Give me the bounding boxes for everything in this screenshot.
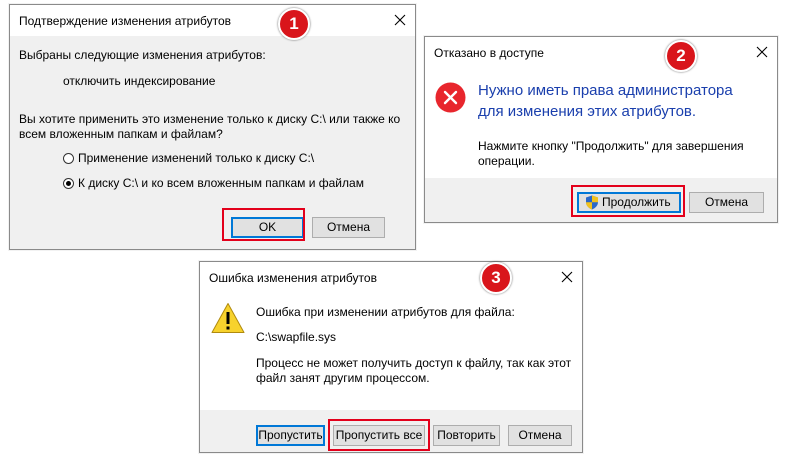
question-line-1: Вы хотите применить это изменение только… (19, 112, 401, 126)
attribute-confirm-dialog: Подтверждение изменения атрибутов Выбран… (9, 4, 416, 250)
step-badge-2: 2 (665, 40, 697, 72)
warning-icon (211, 302, 245, 337)
cancel-button[interactable]: Отмена (508, 425, 572, 446)
intro-text: Выбраны следующие изменения атрибутов: (19, 48, 266, 62)
continue-button[interactable]: Продолжить (577, 192, 681, 213)
cancel-button[interactable]: Отмена (689, 192, 764, 213)
dialog-titlebar[interactable]: Ошибка изменения атрибутов (200, 262, 582, 293)
error-icon (435, 82, 466, 116)
dialog-titlebar[interactable]: Отказано в доступе (425, 37, 777, 68)
file-path: C:\swapfile.sys (256, 330, 337, 344)
radio-drive-and-subfolders[interactable] (63, 178, 74, 189)
info-line-2: операции. (478, 154, 535, 168)
heading-line-2: для изменения этих атрибутов. (478, 103, 697, 120)
cancel-button[interactable]: Отмена (312, 217, 385, 238)
step-badge-3: 3 (480, 262, 512, 294)
radio-drive-and-subfolders-label[interactable]: К диску C:\ и ко всем вложенным папкам и… (78, 176, 364, 190)
heading-line-1: Нужно иметь права администратора (478, 82, 733, 99)
close-icon[interactable] (387, 7, 413, 33)
access-denied-dialog: Отказано в доступе Нужно иметь права адм… (424, 36, 778, 223)
radio-drive-only-label[interactable]: Применение изменений только к диску C:\ (78, 151, 314, 165)
radio-drive-only[interactable] (63, 153, 74, 164)
dialog-title: Подтверждение изменения атрибутов (19, 14, 232, 28)
info-line-1: Процесс не может получить доступ к файлу… (256, 356, 572, 370)
close-icon[interactable] (749, 39, 775, 65)
info-line-2: файл занят другим процессом. (256, 371, 430, 385)
ok-button[interactable]: OK (231, 217, 304, 238)
question-line-2: всем вложенным папкам и файлам? (19, 127, 223, 141)
dialog-title: Отказано в доступе (434, 46, 544, 60)
close-icon[interactable] (554, 264, 580, 290)
dialog-titlebar[interactable]: Подтверждение изменения атрибутов (10, 5, 415, 36)
retry-button[interactable]: Повторить (433, 425, 500, 446)
skip-button[interactable]: Пропустить (256, 425, 325, 446)
info-line-1: Нажмите кнопку "Продолжить" для завершен… (478, 139, 744, 153)
dialog-title: Ошибка изменения атрибутов (209, 271, 377, 285)
skip-all-button[interactable]: Пропустить все (333, 425, 425, 446)
change-text: отключить индексирование (63, 74, 216, 88)
step-badge-1: 1 (278, 8, 310, 40)
uac-shield-icon (585, 195, 599, 216)
error-line-1: Ошибка при изменении атрибутов для файла… (256, 305, 515, 319)
attribute-error-dialog: Ошибка изменения атрибутов Ошибка при из… (199, 261, 583, 453)
continue-button-label: Продолжить (602, 195, 671, 209)
